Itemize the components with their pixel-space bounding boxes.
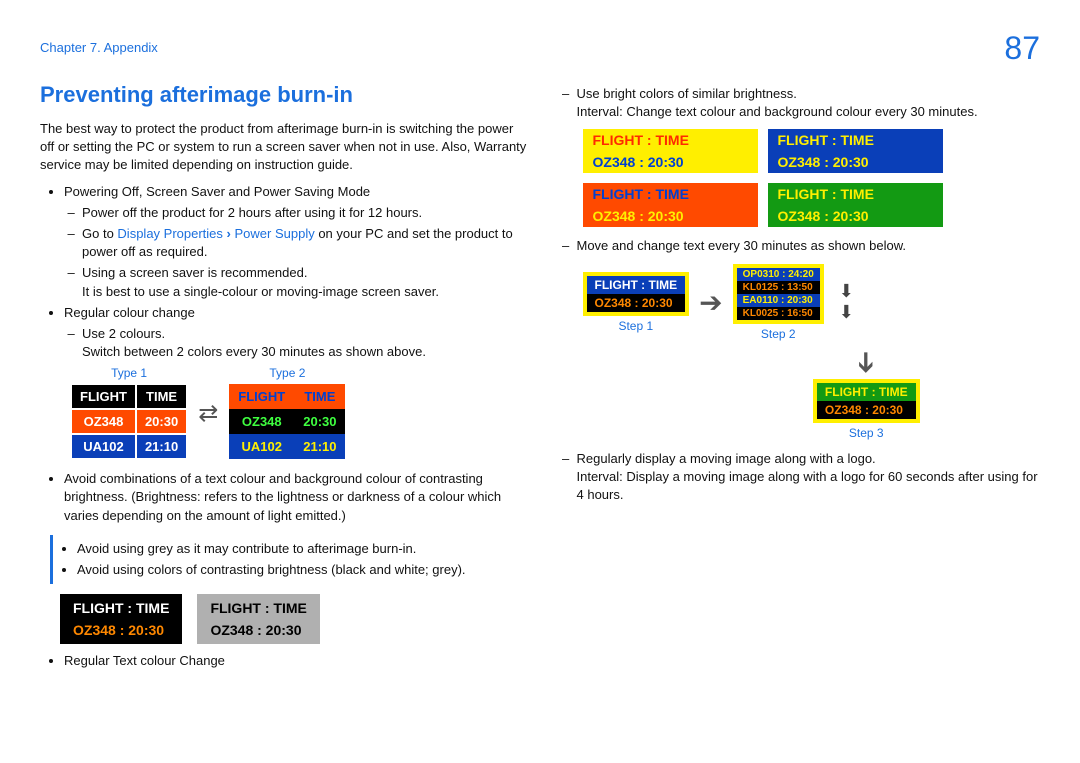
swap-arrows-icon: ⇄ — [198, 399, 218, 428]
subbullet-power-off: Power off the product for 2 hours after … — [82, 204, 528, 222]
subbullet-moving-image: Regularly display a moving image along w… — [577, 450, 1041, 505]
arrow-down-icon: ➔ — [850, 350, 883, 373]
subbullet-2colours: Use 2 colours.Switch between 2 colors ev… — [82, 325, 528, 361]
step3-block: ➔ FLIGHT : TIME OZ348 : 20:30 Step 3 — [693, 346, 1041, 440]
link-display-properties[interactable]: Display Properties — [117, 226, 223, 241]
bullet-text-colour-change: Regular Text colour Change — [64, 652, 528, 670]
color-panel-orange: FLIGHT : TIME OZ348 : 20:30 — [583, 183, 758, 227]
color-panel-yellow: FLIGHT : TIME OZ348 : 20:30 — [583, 129, 758, 173]
right-column: Use bright colors of similar brightness.… — [553, 82, 1041, 673]
intro-text: The best way to protect the product from… — [40, 120, 528, 175]
color-panel-blue: FLIGHT : TIME OZ348 : 20:30 — [768, 129, 943, 173]
link-power-supply[interactable]: Power Supply — [235, 226, 315, 241]
arrow-right-icon: ➔ — [699, 286, 722, 319]
step1-block: FLIGHT : TIME OZ348 : 20:30 Step 1 — [583, 272, 690, 333]
page-number: 87 — [1004, 30, 1040, 67]
color-panel-green: FLIGHT : TIME OZ348 : 20:30 — [768, 183, 943, 227]
page-title: Preventing afterimage burn-in — [40, 82, 528, 108]
arrows-down-icon: ⬇⬇ — [839, 281, 854, 323]
callout-contrast: Avoid using colors of contrasting bright… — [77, 561, 528, 579]
callout-grey: Avoid using grey as it may contribute to… — [77, 540, 528, 558]
bullet-power-saving: Powering Off, Screen Saver and Power Sav… — [64, 183, 528, 301]
type1-example: Type 1 FLIGHTTIME OZ34820:30 UA10221:10 — [70, 366, 188, 460]
left-column: Preventing afterimage burn-in The best w… — [40, 82, 528, 673]
step2-block: OP0310 : 24:20 KL0125 : 13:50 EA0110 : 2… — [733, 264, 824, 341]
subbullet-display-props: Go to Display Properties › Power Supply … — [82, 225, 528, 261]
bullet-colour-change: Regular colour change Use 2 colours.Swit… — [64, 304, 528, 362]
callout-box: Avoid using grey as it may contribute to… — [50, 535, 528, 584]
type2-example: Type 2 FLIGHTTIME OZ34820:30 UA10221:10 — [228, 366, 346, 460]
subbullet-move-text: Move and change text every 30 minutes as… — [577, 237, 1041, 255]
subbullet-screensaver: Using a screen saver is recommended.It i… — [82, 264, 528, 300]
example-panel-black: FLIGHT : TIME OZ348 : 20:30 — [60, 594, 182, 644]
example-panel-grey: FLIGHT : TIME OZ348 : 20:30 — [197, 594, 319, 644]
subbullet-bright-colors: Use bright colors of similar brightness.… — [577, 85, 1041, 121]
breadcrumb: Chapter 7. Appendix — [40, 40, 158, 55]
chevron-icon: › — [227, 226, 235, 241]
bullet-avoid-contrast: Avoid combinations of a text colour and … — [64, 470, 528, 525]
